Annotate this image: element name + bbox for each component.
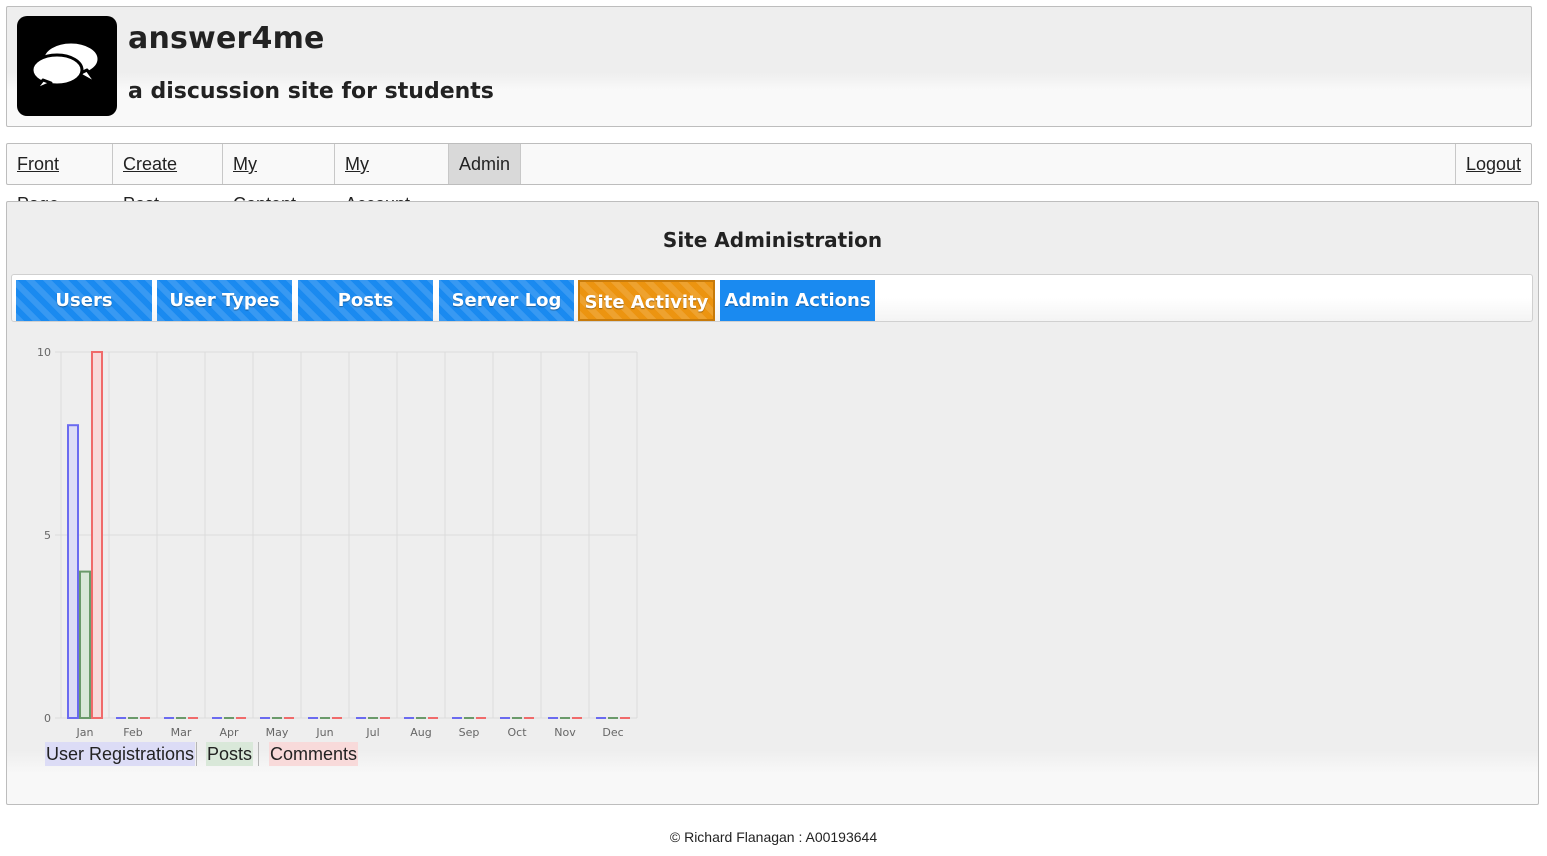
x-tick-label: Nov [554,726,576,739]
y-tick-label: 10 [37,346,51,359]
tab-posts[interactable]: Posts [298,280,433,321]
y-tick-label: 5 [44,529,51,542]
x-tick-label: Jun [315,726,333,739]
site-activity-chart: 0 5 10 Jan Feb Mar Apr May Jun Jul Aug Sep Oct Nov Dec [37,346,638,739]
page-title: Site Administration [662,228,883,252]
x-tick-label: Mar [171,726,192,739]
y-tick-label: 0 [44,712,51,725]
main-panel: Site Administration Users User Types Pos… [6,201,1539,805]
legend-user-registrations[interactable]: User Registrations [45,742,196,766]
tab-users[interactable]: Users [16,280,152,321]
chart-bar [79,570,91,719]
footer-credit: © Richard Flanagan : A00193644 [669,829,878,845]
x-tick-label: Jul [365,726,379,739]
tab-admin-actions[interactable]: Admin Actions [720,280,875,321]
legend-separator [196,742,197,766]
x-tick-label: Aug [410,726,431,739]
legend-posts[interactable]: Posts [206,742,254,766]
site-tagline: a discussion site for students [128,79,494,104]
nav-admin[interactable]: Admin [449,144,521,184]
site-logo [17,16,117,116]
x-tick-label: Apr [219,726,239,739]
x-tick-label: Jan [76,726,94,739]
admin-tabbar: Users User Types Posts Server Log Site A… [11,274,1533,322]
tab-user-types[interactable]: User Types [157,280,292,321]
chart-bar [91,351,103,719]
x-tick-label: Dec [602,726,623,739]
tab-server-log[interactable]: Server Log [439,280,574,321]
site-header: answer4me a discussion site for students [6,6,1532,127]
nav-my-account[interactable]: My Account [335,144,449,214]
nav-create-post[interactable]: Create Post [113,144,223,214]
x-tick-label: Feb [123,726,142,739]
nav-front-page[interactable]: Front Page [7,144,113,214]
speech-bubbles-icon [31,40,101,92]
logout-link[interactable]: Logout [1455,144,1531,184]
site-title: answer4me [128,21,325,56]
x-tick-label: Sep [459,726,480,739]
main-nav: Front Page Create Post My Content My Acc… [6,143,1532,214]
x-tick-label: Oct [507,726,527,739]
legend-separator [258,742,259,766]
chart-bar [67,424,79,719]
legend-comments[interactable]: Comments [269,742,359,766]
nav-my-content[interactable]: My Content [223,144,335,214]
tab-site-activity[interactable]: Site Activity [578,280,715,321]
x-tick-label: May [266,726,289,739]
